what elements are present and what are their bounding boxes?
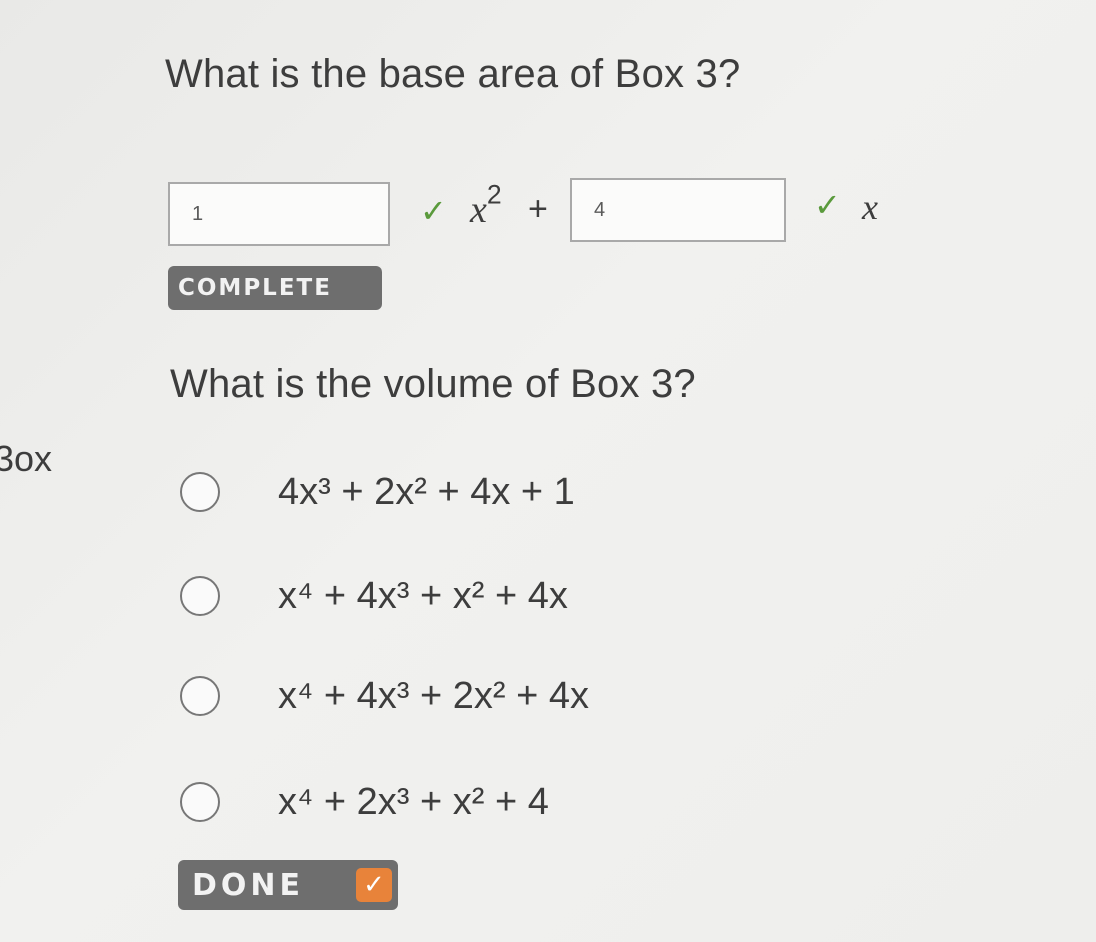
option-label: x⁴ + 4x³ + 2x² + 4x <box>278 674 589 717</box>
question-title-base-area: What is the base area of Box 3? <box>165 52 741 96</box>
done-label: DONE <box>192 867 305 903</box>
check-icon: ✓ <box>420 193 447 229</box>
term-base: x <box>470 189 487 231</box>
coefficient-input-x[interactable]: 4 <box>570 178 786 242</box>
term-x-squared: x2 <box>470 181 502 232</box>
check-icon: ✓ <box>356 868 392 902</box>
option-label: x⁴ + 2x³ + x² + 4 <box>278 780 549 823</box>
radio-button[interactable] <box>180 576 220 616</box>
radio-button[interactable] <box>180 472 220 512</box>
check-icon: ✓ <box>814 187 841 223</box>
answer-option-3[interactable]: x⁴ + 4x³ + 2x² + 4x <box>180 666 589 726</box>
answer-option-4[interactable]: x⁴ + 2x³ + x² + 4 <box>180 772 549 832</box>
coefficient-input-x2[interactable]: 1 <box>168 182 390 246</box>
complete-badge: COMPLETE <box>168 266 382 310</box>
term-exponent: 2 <box>486 179 502 210</box>
radio-button[interactable] <box>180 782 220 822</box>
done-badge: DONE ✓ <box>178 860 398 910</box>
option-label: 4x³ + 2x² + 4x + 1 <box>278 470 575 513</box>
answer-option-1[interactable]: 4x³ + 2x² + 4x + 1 <box>180 462 575 522</box>
side-text-fragment: 3ox <box>0 438 53 479</box>
plus-sign: + <box>528 190 548 228</box>
option-label: x⁴ + 4x³ + x² + 4x <box>278 574 568 617</box>
question-title-volume: What is the volume of Box 3? <box>170 362 696 406</box>
radio-button[interactable] <box>180 676 220 716</box>
term-x: x <box>862 187 878 227</box>
answer-option-2[interactable]: x⁴ + 4x³ + x² + 4x <box>180 566 568 626</box>
